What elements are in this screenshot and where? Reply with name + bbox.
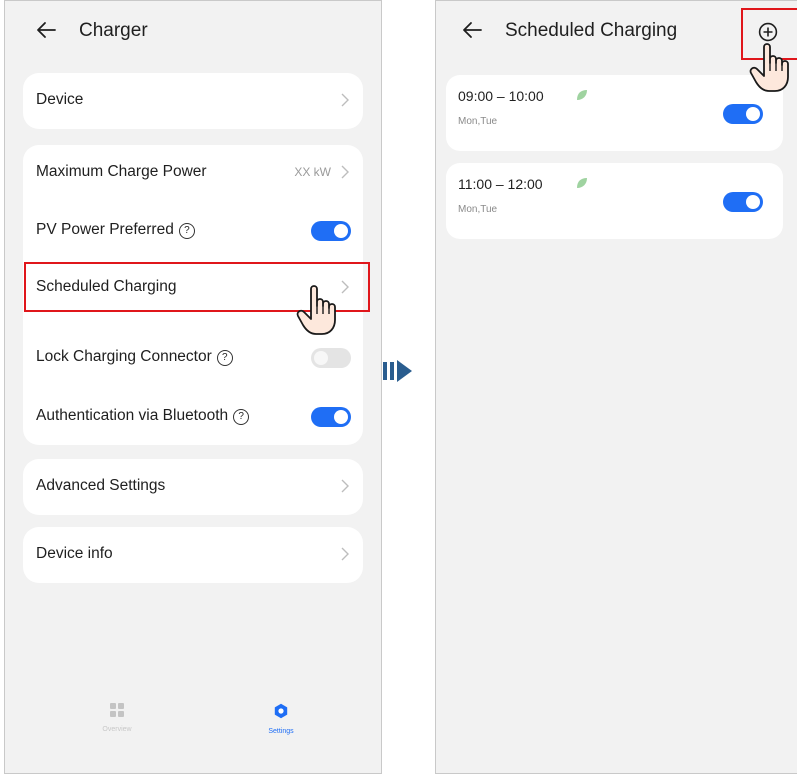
pointing-hand-icon [749,43,789,92]
top-bar: Charger [5,1,381,61]
page-title: Scheduled Charging [505,20,678,41]
schedule-item[interactable]: 09:00 – 10:00 Mon,Tue [446,75,783,151]
schedule-time: 09:00 – 10:00 [458,88,544,104]
toggle-knob [746,107,760,121]
back-arrow-icon[interactable] [35,19,57,41]
row-label: Lock Charging Connector [36,348,212,365]
nav-label: Overview [102,726,132,733]
chevron-right-icon [341,93,349,107]
row-label: Device [36,91,84,108]
row-maximum-charge-power[interactable]: Maximum Charge Power XX kW [23,145,363,201]
row-device[interactable]: Device [23,73,363,129]
bottom-navigation: Overview Settings [5,683,381,773]
scheduled-charging-screen: Scheduled Charging 09:00 – 10:00 Mon,Tue… [435,0,797,774]
row-device-info[interactable]: Device info [23,527,363,583]
device-card: Device [23,73,363,129]
leaf-icon [577,90,587,100]
row-label: Authentication via Bluetooth [36,407,229,424]
schedule-days: Mon,Tue [458,204,498,215]
gear-icon [274,703,288,719]
schedule-item[interactable]: 11:00 – 12:00 Mon,Tue [446,163,783,239]
nav-item-overview[interactable]: Overview [87,703,147,733]
row-advanced-settings[interactable]: Advanced Settings [23,459,363,515]
row-label: Device info [36,545,113,562]
row-label: Maximum Charge Power [36,163,207,180]
help-icon[interactable]: ? [178,223,195,239]
advanced-settings-card: Advanced Settings [23,459,363,515]
chevron-right-icon [341,479,349,493]
schedule-days: Mon,Tue [458,116,498,127]
chevron-right-icon [341,547,349,561]
toggle-knob [334,224,348,238]
row-pv-power-preferred: PV Power Preferred? [23,203,363,259]
bluetooth-auth-toggle[interactable] [311,407,351,427]
row-label: PV Power Preferred [36,221,174,238]
toggle-knob [334,410,348,424]
row-label: Advanced Settings [36,477,166,494]
leaf-icon [577,178,587,188]
schedule-time: 11:00 – 12:00 [458,176,543,192]
back-arrow-icon[interactable] [461,19,483,41]
max-power-value: XX kW [294,165,331,179]
pointing-hand-icon [296,285,336,335]
page-title: Charger [79,20,148,41]
lock-connector-toggle[interactable] [311,348,351,368]
toggle-knob [314,351,328,365]
pv-power-toggle[interactable] [311,221,351,241]
help-icon[interactable]: ? [233,409,250,425]
nav-label: Settings [268,728,294,735]
schedule-toggle[interactable] [723,104,763,124]
help-icon[interactable]: ? [216,350,233,366]
transition-arrow-icon [383,360,412,382]
grid-icon [110,703,124,717]
charger-settings-screen: Charger Device Maximum Charge Power XX k… [4,0,382,774]
toggle-knob [746,195,760,209]
chevron-right-icon [341,165,349,179]
device-info-card: Device info [23,527,363,583]
schedule-toggle[interactable] [723,192,763,212]
row-lock-charging-connector: Lock Charging Connector? [23,330,363,386]
row-authentication-bluetooth: Authentication via Bluetooth? [23,389,363,445]
nav-item-settings[interactable]: Settings [251,703,311,735]
